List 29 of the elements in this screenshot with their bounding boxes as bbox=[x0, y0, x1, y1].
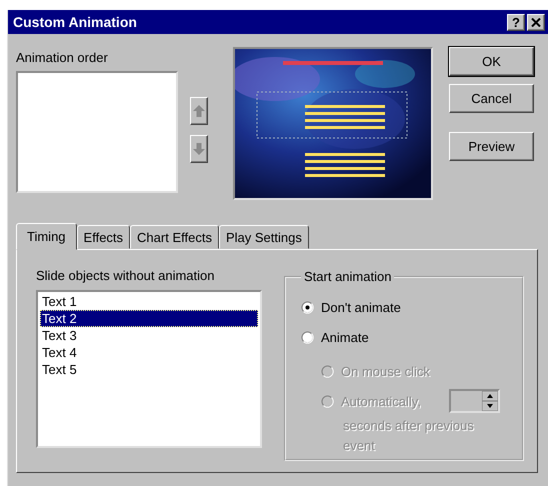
tab[interactable]: Effects bbox=[76, 225, 130, 249]
tab[interactable]: Chart Effects bbox=[130, 225, 219, 249]
radio-label: On mouse click bbox=[341, 364, 430, 378]
radio-label: Animate bbox=[321, 330, 369, 344]
window-title: Custom Animation bbox=[13, 14, 138, 30]
radio-button[interactable] bbox=[301, 330, 314, 344]
list-item[interactable]: Text 5 bbox=[40, 361, 258, 378]
up-arrow-icon bbox=[193, 105, 205, 117]
hint-text: seconds after previous event bbox=[343, 417, 475, 455]
list-label: Slide objects without animation bbox=[36, 267, 216, 285]
dialog-button[interactable]: Preview bbox=[449, 132, 534, 161]
group-title: Start animation bbox=[303, 269, 392, 284]
list-item[interactable]: Text 2 bbox=[40, 310, 258, 327]
list-label: Animation order bbox=[16, 49, 109, 67]
radio-label: Don't animate bbox=[321, 300, 401, 314]
close-icon bbox=[531, 18, 541, 26]
animation-order-list[interactable] bbox=[16, 71, 178, 193]
dialog-button[interactable]: OK bbox=[449, 47, 534, 76]
tab[interactable]: Timing bbox=[16, 223, 77, 250]
down-arrow-icon bbox=[193, 143, 205, 155]
help-button[interactable]: ? bbox=[507, 14, 525, 30]
radio-label: Automatically, bbox=[341, 394, 421, 408]
list-item[interactable]: Text 1 bbox=[40, 293, 258, 310]
list-item[interactable]: Text 4 bbox=[40, 344, 258, 361]
radio-button[interactable] bbox=[301, 300, 314, 314]
dialog-button[interactable]: Cancel bbox=[449, 84, 534, 113]
tab[interactable]: Play Settings bbox=[218, 225, 309, 249]
close-button[interactable] bbox=[527, 14, 545, 30]
list-item[interactable]: Text 3 bbox=[40, 327, 258, 344]
